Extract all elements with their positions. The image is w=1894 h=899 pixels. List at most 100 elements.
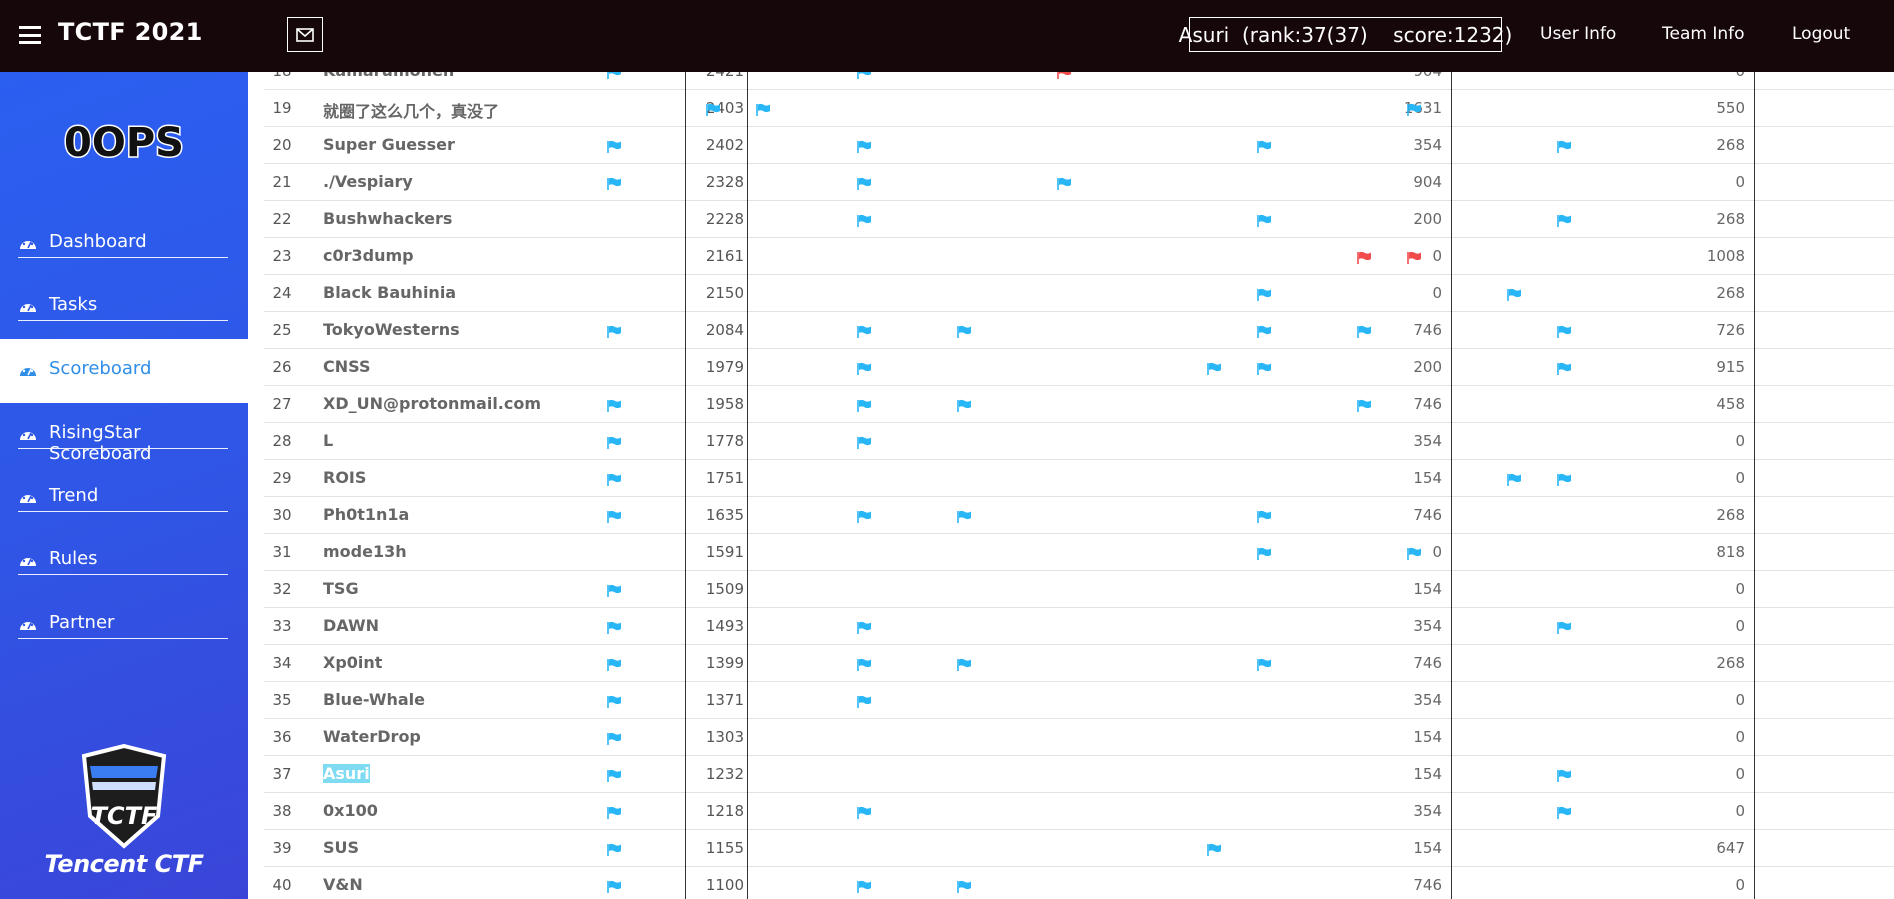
team-name[interactable]: SUS [323, 838, 359, 857]
rank-cell: 22 [272, 210, 292, 228]
sidebar-item-partner[interactable]: Partner [0, 593, 248, 657]
team-name[interactable]: ROIS [323, 468, 366, 487]
total-score-cell: 1371 [705, 691, 744, 709]
mail-button[interactable] [287, 17, 323, 52]
category-score-cell: 746 [1413, 395, 1442, 413]
category-score-cell: 904 [1413, 173, 1442, 191]
solved-flag-icon [607, 582, 622, 597]
sidebar-item-scoreboard[interactable]: Scoreboard [0, 339, 248, 403]
team-name[interactable]: XD_UN@protonmail.com [323, 394, 541, 413]
sidebar-item-dashboard[interactable]: Dashboard [0, 212, 248, 276]
table-row: 35 Blue-Whale 1371 354 0 [264, 682, 1894, 719]
sidebar-item-label: Scoreboard [49, 358, 152, 379]
table-row: 19 就圈了这么几个，真没了 2403 1631 550 [264, 90, 1894, 127]
team-name[interactable]: Kamarumonen [323, 72, 454, 80]
solved-flag-icon [857, 804, 872, 819]
solved-flag-icon [756, 101, 771, 116]
team-name[interactable]: DAWN [323, 616, 379, 635]
team-name[interactable]: Asuri [323, 764, 370, 783]
rank-cell: 37 [272, 765, 292, 783]
team-name[interactable]: 就圈了这么几个，真没了 [323, 98, 499, 122]
team-name[interactable]: TokyoWesterns [323, 320, 460, 339]
category-score-cell: 458 [1716, 395, 1745, 413]
svg-text:0OPS: 0OPS [64, 120, 184, 166]
sidebar-item-trend[interactable]: Trend [0, 466, 248, 530]
rank-cell: 29 [272, 469, 292, 487]
category-score-cell: 904 [1382, 72, 1442, 80]
team-name[interactable]: CNSS [323, 357, 370, 376]
category-score-cell: 726 [1716, 321, 1745, 339]
solved-flag-icon [1207, 841, 1222, 856]
category-score-cell: 154 [1413, 728, 1442, 746]
dashboard-gauge-icon [20, 492, 36, 503]
team-name[interactable]: 0x100 [323, 801, 378, 820]
solved-flag-icon [857, 397, 872, 412]
category-score-cell: 915 [1716, 358, 1745, 376]
category-score-cell: 746 [1413, 876, 1442, 894]
total-score-cell: 2161 [705, 247, 744, 265]
solved-flag-icon [1257, 323, 1272, 338]
category-score-cell: 0 [1735, 432, 1745, 450]
red-flag-icon [1357, 249, 1372, 264]
category-score-cell: 154 [1413, 765, 1442, 783]
solved-flag-icon [1257, 656, 1272, 671]
team-name[interactable]: TSG [323, 579, 359, 598]
team-name[interactable]: WaterDrop [323, 727, 421, 746]
user-info-link[interactable]: User Info [1540, 24, 1616, 44]
solved-flag-icon [1557, 471, 1572, 486]
sidebar-item-rules[interactable]: Rules [0, 529, 248, 593]
rank-cell: 18 [264, 72, 300, 80]
team-name[interactable]: c0r3dump [323, 246, 414, 265]
table-row: 29 ROIS 1751 154 0 [264, 460, 1894, 497]
sidebar-item-risingstar-scoreboard[interactable]: RisingStar Scoreboard [0, 403, 248, 467]
team-info-link[interactable]: Team Info [1662, 24, 1745, 44]
svg-text:TCTF: TCTF [91, 802, 158, 830]
solved-flag-icon [857, 656, 872, 671]
rank-cell: 38 [272, 802, 292, 820]
sidebar-item-label: RisingStar Scoreboard [49, 422, 152, 464]
hamburger-menu-icon[interactable] [19, 26, 41, 44]
total-score-cell: 2402 [705, 136, 744, 154]
solved-flag-icon [1257, 286, 1272, 301]
solved-flag-icon [857, 212, 872, 227]
sidebar-item-tasks[interactable]: Tasks [0, 275, 248, 339]
sidebar-item-label: Trend [49, 485, 99, 506]
category-score-cell: 154 [1413, 469, 1442, 487]
table-row: 33 DAWN 1493 354 0 [264, 608, 1894, 645]
team-name[interactable]: Black Bauhinia [323, 283, 456, 302]
category-score-cell: 268 [1716, 210, 1745, 228]
total-score-cell: 1778 [705, 432, 744, 450]
team-name[interactable]: L [323, 431, 333, 450]
solved-flag-icon [607, 434, 622, 449]
team-name[interactable]: Ph0t1n1a [323, 505, 409, 524]
team-name[interactable]: Blue-Whale [323, 690, 425, 709]
team-name[interactable]: Super Guesser [323, 135, 455, 154]
category-score-cell: 0 [1735, 469, 1745, 487]
solved-flag-icon [607, 397, 622, 412]
rank-cell: 30 [272, 506, 292, 524]
total-score-cell: 1232 [705, 765, 744, 783]
total-score-cell: 1591 [705, 543, 744, 561]
total-score-cell: 1493 [705, 617, 744, 635]
team-name[interactable]: ./Vespiary [323, 172, 413, 191]
category-score-cell: 0 [1735, 876, 1745, 894]
solved-flag-icon [607, 841, 622, 856]
team-name[interactable]: V&N [323, 875, 363, 894]
logout-link[interactable]: Logout [1792, 24, 1850, 44]
envelope-icon [296, 27, 314, 42]
team-name[interactable]: mode13h [323, 542, 407, 561]
team-name[interactable]: Xp0int [323, 653, 382, 672]
category-score-cell: 0 [1735, 580, 1745, 598]
column-divider [685, 72, 686, 899]
team-name[interactable]: Bushwhackers [323, 209, 452, 228]
total-score-cell: 1509 [705, 580, 744, 598]
solved-flag-icon [607, 656, 622, 671]
solved-flag-icon [607, 730, 622, 745]
table-row: 28 L 1778 354 0 [264, 423, 1894, 460]
solved-flag-icon [1557, 323, 1572, 338]
table-row: 27 XD_UN@protonmail.com 1958 746 458 [264, 386, 1894, 423]
solved-flag-icon [706, 101, 721, 116]
total-score-cell: 2084 [705, 321, 744, 339]
rank-cell: 23 [272, 247, 292, 265]
solved-flag-icon [857, 434, 872, 449]
